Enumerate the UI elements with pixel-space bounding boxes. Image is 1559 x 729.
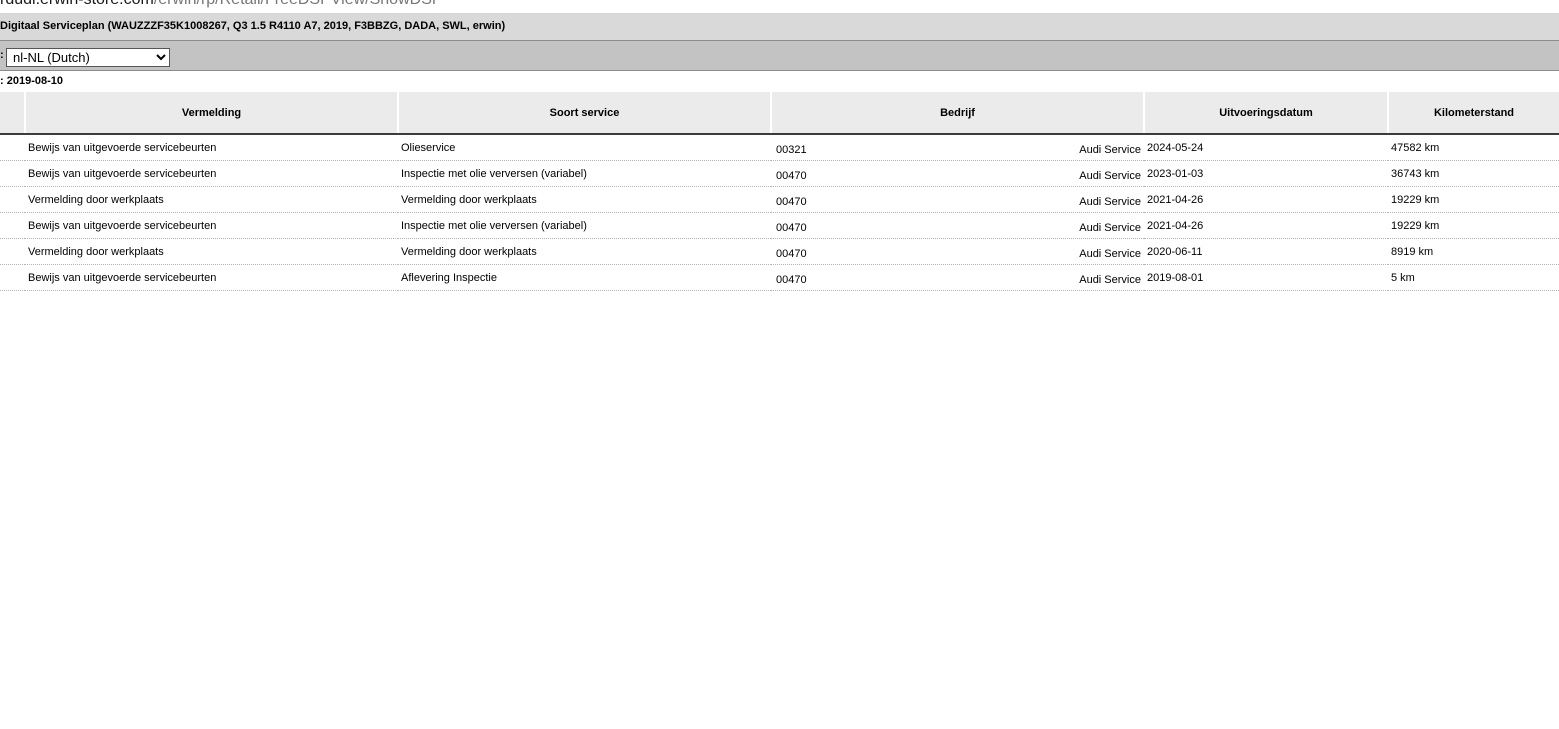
bedrijf-cell: 00321 Audi Service	[771, 134, 1144, 161]
bedrijf-code: 00470	[776, 170, 807, 182]
title-bar: Digitaal Serviceplan (WAUZZZF35K1008267,…	[0, 14, 1559, 41]
bedrijf-name: Audi Service	[1079, 274, 1141, 286]
language-label: :	[0, 49, 4, 61]
bedrijf-name: Audi Service	[1079, 170, 1141, 182]
table-row[interactable]: Vermelding door werkplaats Vermelding do…	[0, 186, 1559, 213]
soort-service-cell: Olieservice	[398, 134, 771, 161]
table-row[interactable]: Bewijs van uitgevoerde servicebeurten In…	[0, 160, 1559, 187]
table-header-row: Vermelding Soort service Bedrijf Uitvoer…	[0, 92, 1559, 135]
vermelding-cell: Vermelding door werkplaats	[25, 186, 398, 213]
bedrijf-name: Audi Service	[1079, 144, 1141, 156]
language-bar: : nl-NL (Dutch)	[0, 41, 1559, 71]
bedrijf-cell: 00470 Audi Service	[771, 238, 1144, 265]
column-header-index	[0, 92, 25, 135]
soort-service-cell: Inspectie met olie verversen (variabel)	[398, 212, 771, 239]
bedrijf-cell: 00470 Audi Service	[771, 212, 1144, 239]
bedrijf-code: 00470	[776, 196, 807, 208]
bedrijf-code: 00470	[776, 274, 807, 286]
bedrijf-name: Audi Service	[1079, 222, 1141, 234]
kilometerstand-cell: 36743 km	[1388, 160, 1559, 187]
column-header-vermelding[interactable]: Vermelding	[24, 92, 398, 135]
page-title: Digitaal Serviceplan (WAUZZZF35K1008267,…	[0, 20, 506, 32]
vermelding-cell: Bewijs van uitgevoerde servicebeurten	[25, 160, 398, 187]
uitvoeringsdatum-cell: 2024-05-24	[1144, 134, 1388, 161]
uitvoeringsdatum-cell: 2021-04-26	[1144, 186, 1388, 213]
uitvoeringsdatum-cell: 2023-01-03	[1144, 160, 1388, 187]
column-header-bedrijf[interactable]: Bedrijf	[770, 92, 1144, 135]
column-header-kilometerstand[interactable]: Kilometerstand	[1387, 92, 1559, 135]
table-row[interactable]: Bewijs van uitgevoerde servicebeurten In…	[0, 212, 1559, 239]
vermelding-cell: Vermelding door werkplaats	[25, 238, 398, 265]
column-header-uitvoeringsdatum[interactable]: Uitvoeringsdatum	[1143, 92, 1388, 135]
bedrijf-name: Audi Service	[1079, 248, 1141, 260]
bedrijf-cell: 00470 Audi Service	[771, 160, 1144, 187]
uitvoeringsdatum-cell: 2020-06-11	[1144, 238, 1388, 265]
table-row[interactable]: Vermelding door werkplaats Vermelding do…	[0, 238, 1559, 265]
vermelding-cell: Bewijs van uitgevoerde servicebeurten	[25, 212, 398, 239]
uitvoeringsdatum-cell: 2019-08-01	[1144, 264, 1388, 291]
soort-service-cell: Vermelding door werkplaats	[398, 238, 771, 265]
uitvoeringsdatum-cell: 2021-04-26	[1144, 212, 1388, 239]
bedrijf-name: Audi Service	[1079, 196, 1141, 208]
row-index-cell	[0, 264, 25, 291]
row-index-cell	[0, 134, 25, 161]
address-bar[interactable]: rdudi.erwin-store.com/erwin/rp/Retail/Fr…	[0, 0, 1559, 14]
kilometerstand-cell: 19229 km	[1388, 212, 1559, 239]
language-select[interactable]: nl-NL (Dutch)	[6, 48, 170, 67]
vermelding-cell: Bewijs van uitgevoerde servicebeurten	[25, 134, 398, 161]
soort-service-cell: Inspectie met olie verversen (variabel)	[398, 160, 771, 187]
bedrijf-code: 00321	[776, 144, 807, 156]
column-header-soort-service[interactable]: Soort service	[397, 92, 771, 135]
bedrijf-code: 00470	[776, 248, 807, 260]
table-row[interactable]: Bewijs van uitgevoerde servicebeurten Af…	[0, 264, 1559, 291]
service-history-table: Vermelding Soort service Bedrijf Uitvoer…	[0, 92, 1559, 291]
soort-service-cell: Vermelding door werkplaats	[398, 186, 771, 213]
kilometerstand-cell: 47582 km	[1388, 134, 1559, 161]
bedrijf-cell: 00470 Audi Service	[771, 186, 1144, 213]
row-index-cell	[0, 238, 25, 265]
vermelding-cell: Bewijs van uitgevoerde servicebeurten	[25, 264, 398, 291]
table-row[interactable]: Bewijs van uitgevoerde servicebeurten Ol…	[0, 134, 1559, 161]
url-host: rdudi.erwin-store.com	[0, 0, 154, 8]
url-text: rdudi.erwin-store.com/erwin/rp/Retail/Fr…	[0, 0, 443, 9]
kilometerstand-cell: 5 km	[1388, 264, 1559, 291]
row-index-cell	[0, 212, 25, 239]
kilometerstand-cell: 19229 km	[1388, 186, 1559, 213]
registration-date: : 2019-08-10	[0, 75, 63, 87]
bedrijf-cell: 00470 Audi Service	[771, 264, 1144, 291]
url-path: /erwin/rp/Retail/FreeDSPView/ShowDSP	[154, 0, 443, 8]
bedrijf-code: 00470	[776, 222, 807, 234]
kilometerstand-cell: 8919 km	[1388, 238, 1559, 265]
soort-service-cell: Aflevering Inspectie	[398, 264, 771, 291]
row-index-cell	[0, 160, 25, 187]
row-index-cell	[0, 186, 25, 213]
